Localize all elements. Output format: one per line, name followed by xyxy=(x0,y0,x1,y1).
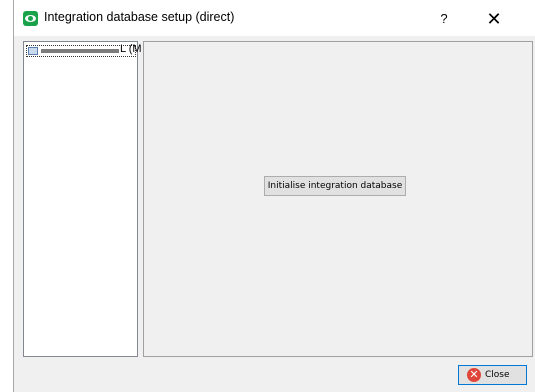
title-bar: Integration database setup (direct) ? ✕ xyxy=(14,0,535,36)
database-icon xyxy=(28,47,38,55)
close-circle-icon: ✕ xyxy=(467,368,481,382)
app-eye-icon xyxy=(23,11,38,26)
help-button[interactable]: ? xyxy=(434,9,454,29)
initialise-database-button[interactable]: Initialise integration database xyxy=(264,176,406,196)
close-button[interactable]: ✕ Close xyxy=(458,365,527,385)
redacted-server-name xyxy=(41,49,119,53)
server-tree[interactable]: L (M xyxy=(23,41,142,357)
window-title: Integration database setup (direct) xyxy=(44,10,235,24)
content-pane: Initialise integration database xyxy=(143,41,533,357)
dialog-window: Integration database setup (direct) ? ✕ … xyxy=(13,0,535,392)
tree-item-server[interactable]: L (M xyxy=(26,43,142,57)
tree-item-label: L (M xyxy=(120,43,142,55)
close-button-label: Close xyxy=(485,370,510,380)
window-close-button[interactable]: ✕ xyxy=(483,9,505,29)
